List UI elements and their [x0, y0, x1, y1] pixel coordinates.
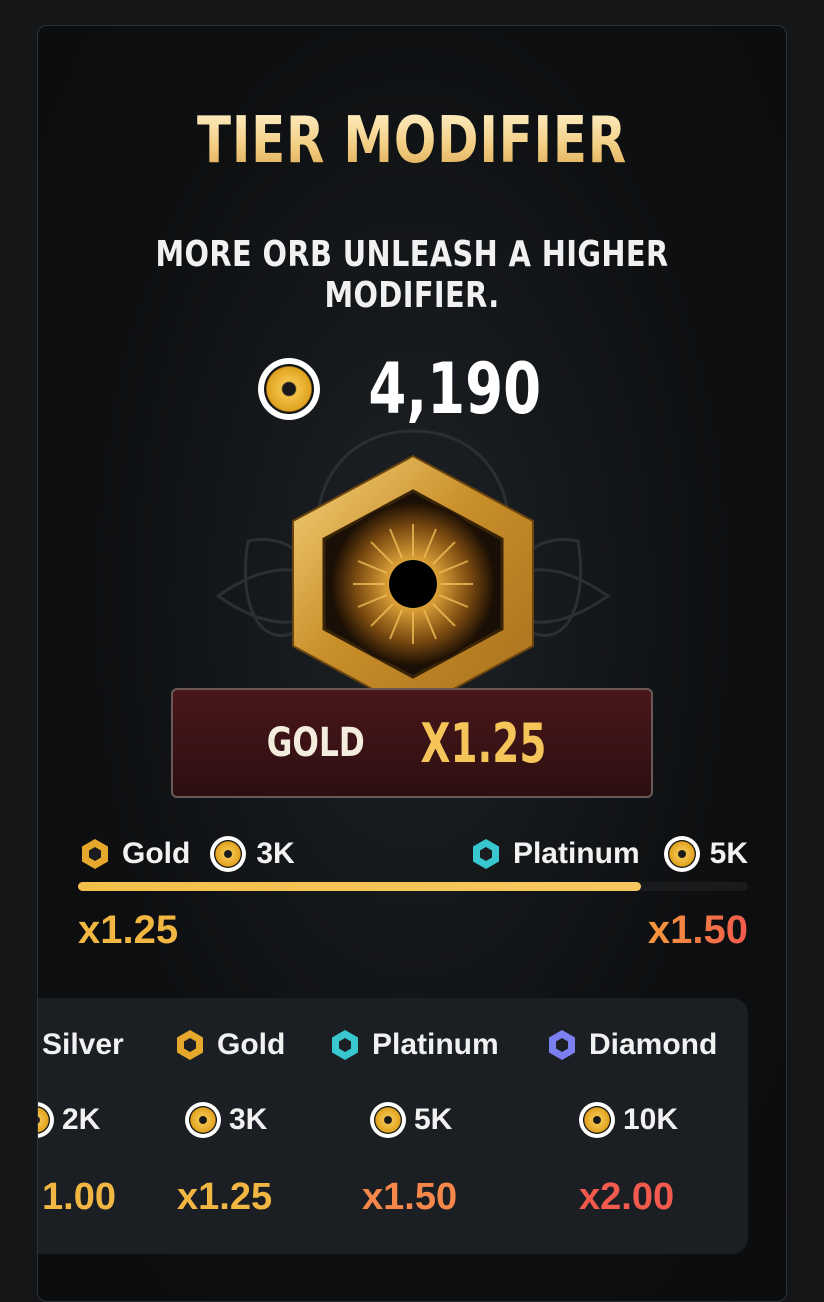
- orb-coin-icon: [663, 836, 700, 872]
- orb-coin-icon: [185, 1102, 221, 1138]
- platinum-hex-icon: [472, 839, 499, 869]
- tier-progress-labels: Gold 3K Platinum 5K: [78, 831, 748, 877]
- tier-card-gold[interactable]: Gold 3K x1.25: [173, 998, 293, 1254]
- orb-coin-icon: [210, 836, 247, 872]
- current-tier-multiplier: X1.25: [420, 711, 547, 775]
- orb-coin-icon: [579, 1102, 615, 1138]
- orb-balance: 4,190: [38, 348, 786, 430]
- progress-to: Platinum 5K: [469, 836, 748, 872]
- tier-modifier-card: TIER MODIFIER MORE ORB UNLEASH A HIGHER …: [37, 25, 787, 1302]
- progress-from-multiplier: x1.25: [78, 908, 179, 952]
- tier-cost: 3K: [229, 1103, 268, 1136]
- tier-multiplier: x1.50: [362, 1176, 458, 1218]
- tier-card-silver[interactable]: Silver 2K 1.00: [38, 998, 138, 1254]
- tier-name: Diamond: [589, 1028, 718, 1061]
- current-tier-banner: GOLD X1.25: [171, 688, 653, 798]
- orb-balance-amount: 4,190: [368, 348, 542, 430]
- platinum-hex-icon: [332, 1030, 358, 1060]
- gold-tier-emblem-icon: [215, 429, 611, 713]
- page-subtitle: MORE ORB UNLEASH A HIGHER MODIFIER.: [155, 234, 669, 316]
- tier-multiplier: x1.25: [177, 1176, 273, 1218]
- progress-from: Gold 3K: [78, 836, 295, 872]
- tier-cost: 10K: [623, 1103, 679, 1136]
- gold-hex-icon: [82, 839, 108, 869]
- progress-from-cost: 3K: [256, 837, 295, 870]
- progress-to-tier: Platinum: [512, 837, 640, 870]
- tier-name: Gold: [217, 1028, 286, 1061]
- current-tier-name: GOLD: [266, 720, 365, 766]
- page-title: TIER MODIFIER: [120, 104, 703, 178]
- orb-coin-icon: [258, 358, 321, 420]
- tiers-carousel[interactable]: Silver 2K 1.00 Gold 3K x1.25 Platinum 5K…: [38, 998, 748, 1254]
- tier-card-platinum[interactable]: Platinum 5K x1.50: [328, 998, 508, 1254]
- progress-from-tier: Gold: [122, 837, 191, 870]
- tier-card-diamond[interactable]: Diamond 10K x2.00: [545, 998, 735, 1254]
- progress-to-cost: 5K: [709, 837, 748, 870]
- progress-multipliers: x1.25 x1.50: [78, 908, 748, 953]
- tier-name: Platinum: [372, 1028, 499, 1061]
- tier-progress-bar: [78, 882, 748, 891]
- tier-cost: 5K: [414, 1103, 453, 1136]
- tier-cost: 2K: [62, 1103, 101, 1136]
- progress-to-multiplier: x1.50: [647, 908, 748, 952]
- tier-multiplier: 1.00: [42, 1176, 116, 1218]
- tier-progress-fill: [78, 882, 641, 891]
- tier-multiplier: x2.00: [579, 1176, 675, 1218]
- diamond-hex-icon: [549, 1030, 575, 1060]
- gold-hex-icon: [177, 1030, 203, 1060]
- tier-name: Silver: [42, 1028, 124, 1061]
- orb-coin-icon: [370, 1102, 406, 1138]
- orb-coin-icon: [38, 1102, 54, 1138]
